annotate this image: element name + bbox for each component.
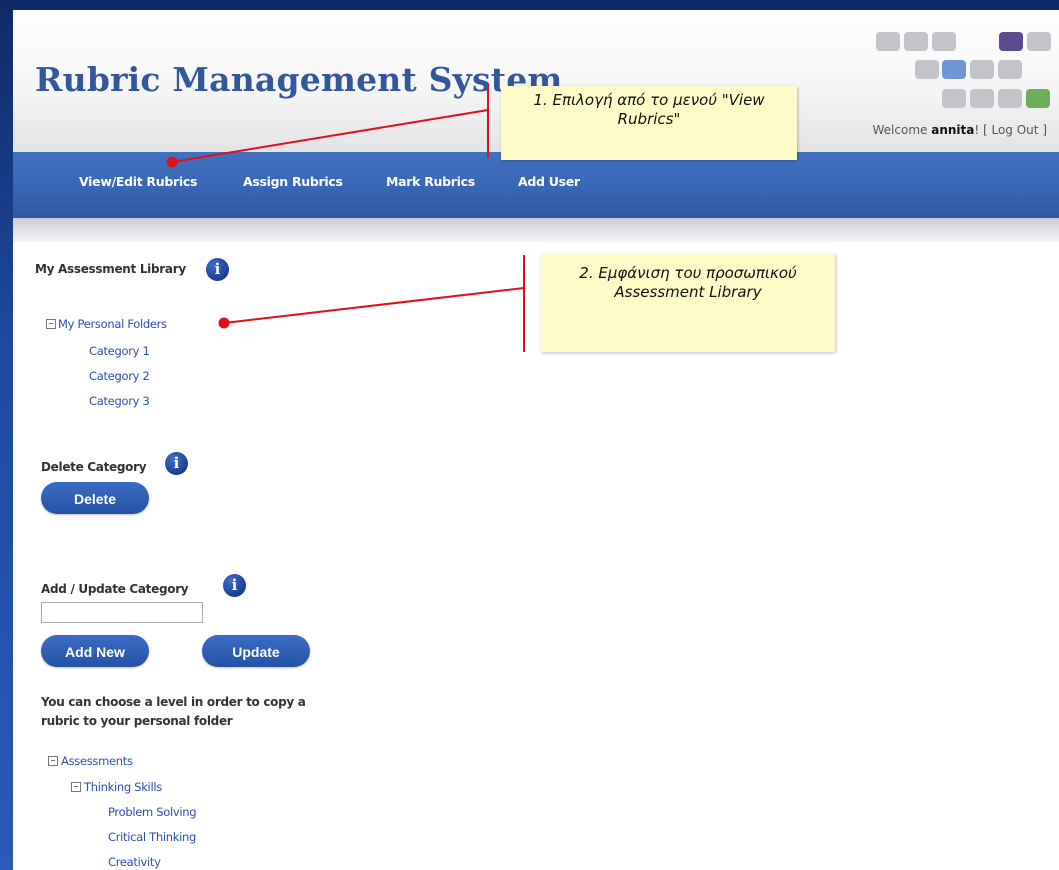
nav-shadow-bar	[13, 218, 1059, 242]
update-button[interactable]: Update	[202, 635, 310, 667]
tree-item-thinking-skills[interactable]: Thinking Skills	[84, 780, 162, 794]
nav-view-edit-rubrics[interactable]: View/Edit Rubrics	[79, 174, 197, 189]
tree-item-problem-solving[interactable]: Problem Solving	[108, 805, 197, 819]
site-title: Rubric Management System	[35, 60, 563, 99]
tree-item-category-3[interactable]: Category 3	[89, 394, 150, 408]
nav-add-user[interactable]: Add User	[518, 174, 580, 189]
tree-item-category-1[interactable]: Category 1	[89, 344, 150, 358]
minus-box-icon[interactable]: −	[46, 319, 56, 329]
nav-assign-rubrics[interactable]: Assign Rubrics	[243, 174, 343, 189]
callout-step-2: 2. Εμφάνιση του προσωπικού Assessment Li…	[541, 254, 835, 352]
tree-item-assessments[interactable]: Assessments	[61, 754, 133, 768]
info-icon[interactable]: i	[206, 258, 229, 281]
main-nav: View/Edit Rubrics Assign Rubrics Mark Ru…	[13, 152, 1059, 218]
welcome-suffix: ! [	[974, 123, 992, 137]
tree-item-critical-thinking[interactable]: Critical Thinking	[108, 830, 196, 844]
logout-link[interactable]: Log Out	[991, 123, 1038, 137]
help-text: You can choose a level in order to copy …	[41, 695, 306, 728]
delete-category-heading: Delete Category	[41, 460, 147, 474]
welcome-end: ]	[1038, 123, 1047, 137]
tree-item-creativity[interactable]: Creativity	[108, 855, 161, 869]
add-update-category-heading: Add / Update Category	[41, 582, 189, 596]
tree-item-category-2[interactable]: Category 2	[89, 369, 150, 383]
nav-mark-rubrics[interactable]: Mark Rubrics	[386, 174, 475, 189]
welcome-text: Welcome annita! [ Log Out ]	[873, 123, 1048, 137]
info-icon[interactable]: i	[223, 574, 246, 597]
callout-step-1: 1. Επιλογή από το μενού "View Rubrics"	[501, 86, 797, 160]
category-name-input[interactable]	[41, 602, 203, 623]
username: annita	[931, 123, 975, 137]
app-window: Rubric Management System Welcome annita!…	[13, 10, 1059, 870]
minus-box-icon[interactable]: −	[71, 782, 81, 792]
minus-box-icon[interactable]: −	[48, 756, 58, 766]
welcome-prefix: Welcome	[872, 123, 932, 137]
delete-button[interactable]: Delete	[41, 482, 149, 514]
add-new-button[interactable]: Add New	[41, 635, 149, 667]
tree-item-my-personal-folders[interactable]: My Personal Folders	[58, 317, 167, 331]
info-icon[interactable]: i	[165, 452, 188, 475]
library-heading: My Assessment Library	[35, 262, 186, 276]
